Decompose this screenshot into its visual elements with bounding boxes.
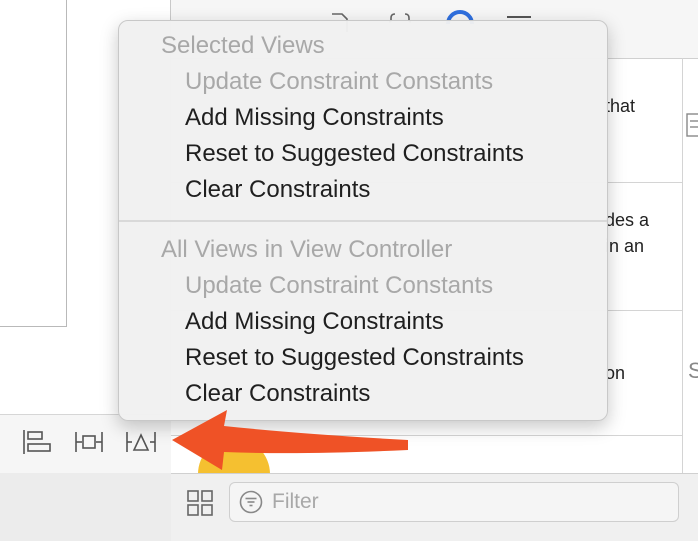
library-description-fragment: in an <box>605 236 645 256</box>
filter-icon <box>239 490 263 514</box>
resolve-issues-button[interactable] <box>124 428 158 460</box>
menu-item-clear-constraints-all[interactable]: Clear Constraints <box>185 379 370 409</box>
library-description-fragment: on <box>605 363 626 383</box>
resolve-issues-menu: Selected Views Update Constraint Constan… <box>118 20 608 421</box>
menu-item-clear-constraints[interactable]: Clear Constraints <box>185 175 370 205</box>
library-description-fragment: des a <box>605 210 650 230</box>
menu-header-all-views: All Views in View Controller <box>161 236 453 263</box>
menu-item-update-constraint-constants-all: Update Constraint Constants <box>185 272 494 299</box>
view-controller-frame[interactable] <box>0 0 67 327</box>
library-description-fragment: that <box>605 96 636 116</box>
object-thumbnail-icon[interactable] <box>196 452 276 474</box>
pin-icon <box>73 428 105 461</box>
align-icon <box>21 428 53 461</box>
align-button[interactable] <box>20 428 54 460</box>
list-icon[interactable] <box>686 112 698 138</box>
pin-button[interactable] <box>72 428 106 460</box>
resolve-auto-layout-issues-icon <box>124 428 158 461</box>
grid-view-icon[interactable] <box>186 489 214 517</box>
library-scroll-edge <box>682 58 683 473</box>
menu-item-add-missing-constraints-all[interactable]: Add Missing Constraints <box>185 307 444 337</box>
menu-item-add-missing-constraints[interactable]: Add Missing Constraints <box>185 103 444 133</box>
menu-header-selected-views: Selected Views <box>161 32 325 59</box>
filter-input[interactable] <box>270 489 654 515</box>
menu-item-update-constraint-constants: Update Constraint Constants <box>185 68 494 95</box>
library-partial-glyph: S <box>688 358 698 383</box>
menu-separator <box>119 220 607 222</box>
menu-item-reset-to-suggested-constraints-all[interactable]: Reset to Suggested Constraints <box>185 343 524 373</box>
menu-item-reset-to-suggested-constraints[interactable]: Reset to Suggested Constraints <box>185 139 524 169</box>
filter-field[interactable] <box>229 482 679 522</box>
canvas-footer <box>0 473 171 540</box>
library-row-divider <box>171 435 682 436</box>
